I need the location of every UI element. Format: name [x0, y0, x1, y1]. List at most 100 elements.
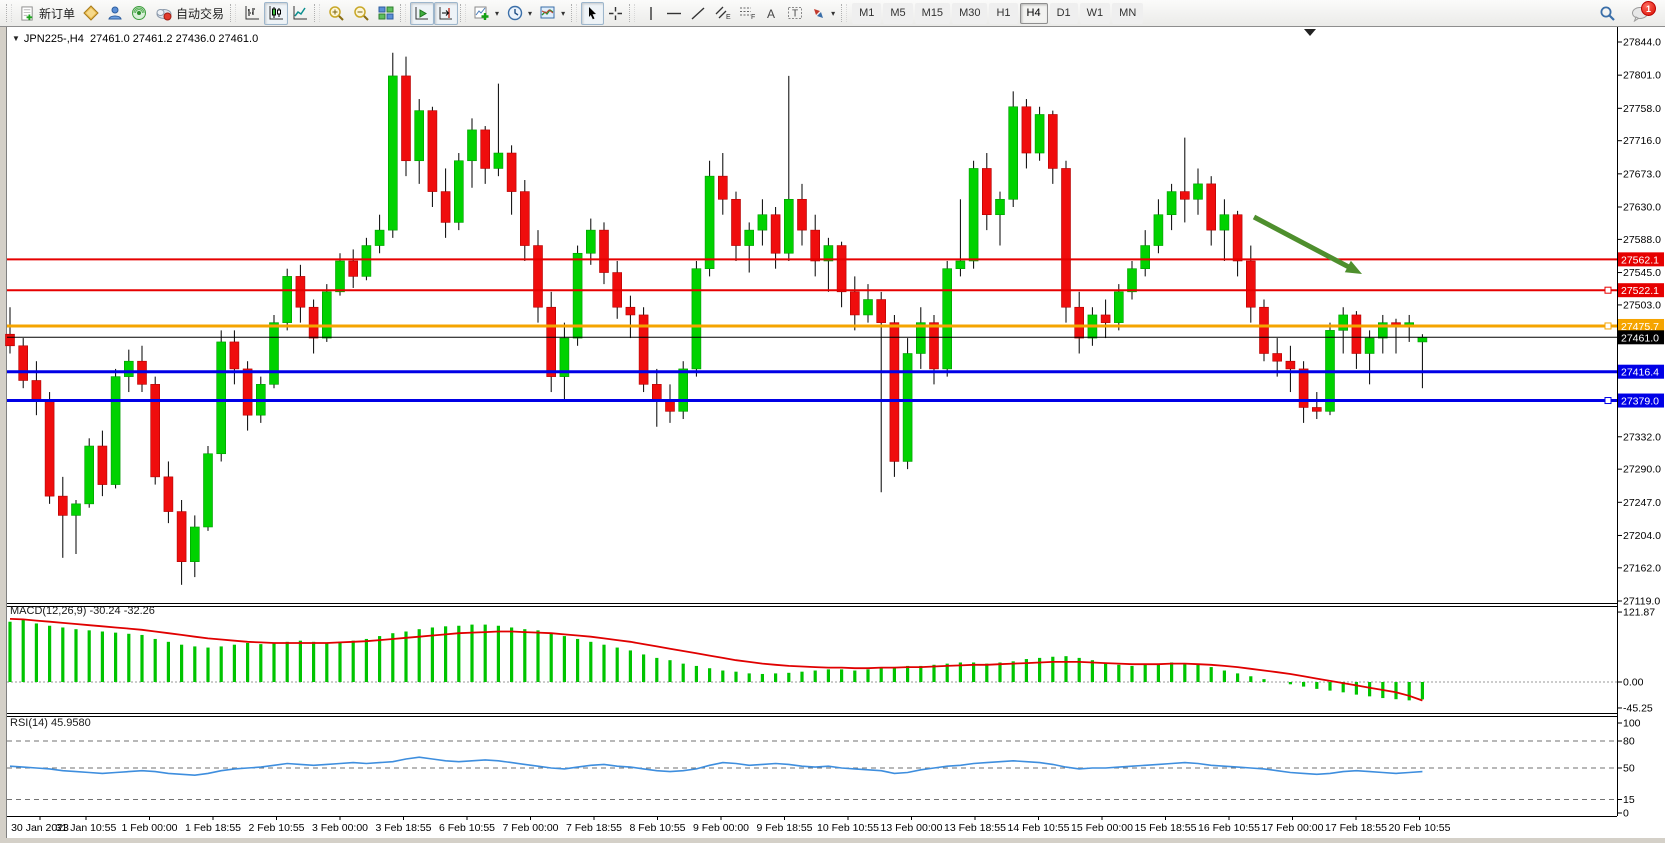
tile-windows-icon [378, 5, 394, 21]
arrows-icon [811, 6, 826, 21]
add-indicator-icon [474, 5, 490, 21]
svg-text:17 Feb 18:55: 17 Feb 18:55 [1325, 822, 1387, 834]
toolbar-separator [841, 4, 847, 22]
autotrading-label: 自动交易 [176, 5, 224, 22]
vertical-line-button[interactable] [639, 2, 662, 25]
auto-scroll-icon [414, 5, 430, 21]
auto-scroll-button[interactable] [410, 2, 434, 25]
svg-text:13 Feb 00:00: 13 Feb 00:00 [881, 822, 943, 834]
zoom-out-button[interactable] [349, 2, 374, 25]
search-button[interactable] [1595, 2, 1620, 25]
candlestick-chart-button[interactable] [264, 2, 288, 25]
line-chart-button[interactable] [288, 2, 312, 25]
svg-text:27844.0: 27844.0 [1623, 37, 1661, 49]
svg-text:15 Feb 00:00: 15 Feb 00:00 [1071, 822, 1133, 834]
svg-text:9 Feb 18:55: 9 Feb 18:55 [756, 822, 812, 834]
zoom-out-icon [353, 5, 370, 22]
svg-text:-45.25: -45.25 [1623, 702, 1653, 714]
signals-button[interactable] [127, 2, 151, 25]
market-watch-button[interactable] [79, 2, 103, 25]
toolbar-separator [314, 4, 320, 22]
chevron-down-icon: ▾ [528, 9, 532, 18]
fibonacci-button[interactable]: F [735, 2, 760, 25]
svg-text:27545.0: 27545.0 [1623, 267, 1661, 279]
equidistant-channel-button[interactable]: E [710, 2, 735, 25]
template-icon [540, 5, 556, 21]
timeframe-button-m5[interactable]: M5 [883, 3, 912, 24]
macd-indicator-label: MACD(12,26,9) -30.24 -32.26 [10, 605, 155, 617]
timeframe-button-m15[interactable]: M15 [915, 3, 950, 24]
new-order-icon [20, 6, 35, 21]
svg-text:13 Feb 18:55: 13 Feb 18:55 [944, 822, 1006, 834]
svg-text:27503.0: 27503.0 [1623, 299, 1661, 311]
zoom-in-button[interactable] [324, 2, 349, 25]
new-order-button[interactable]: 新订单 [16, 2, 79, 25]
svg-text:27758.0: 27758.0 [1623, 103, 1661, 115]
text-label-button[interactable]: T [783, 2, 807, 25]
svg-text:80: 80 [1623, 736, 1635, 748]
timeframe-button-h1[interactable]: H1 [989, 3, 1017, 24]
line-chart-icon [292, 5, 308, 21]
svg-text:3 Feb 18:55: 3 Feb 18:55 [375, 822, 431, 834]
timeframe-button-h4[interactable]: H4 [1020, 3, 1048, 24]
timeframe-button-m30[interactable]: M30 [952, 3, 987, 24]
svg-text:0: 0 [1623, 808, 1629, 820]
notifications-button[interactable]: 1 [1628, 4, 1651, 22]
timeframe-button-w1[interactable]: W1 [1080, 3, 1111, 24]
timeframe-button-mn[interactable]: MN [1112, 3, 1143, 24]
chevron-down-icon: ▾ [831, 9, 835, 18]
chart-ohlc-values: 27461.0 27461.2 27436.0 27461.0 [90, 33, 258, 45]
timeframe-button-m1[interactable]: M1 [852, 3, 881, 24]
chart-canvas[interactable]: 27844.027801.027758.027716.027673.027630… [0, 0, 1665, 843]
periods-button[interactable]: ▾ [503, 2, 536, 25]
svg-text:9 Feb 00:00: 9 Feb 00:00 [693, 822, 749, 834]
svg-text:27247.0: 27247.0 [1623, 497, 1661, 509]
clock-icon [507, 5, 523, 21]
chevron-down-icon: ▾ [495, 9, 499, 18]
notification-badge: 1 [1641, 1, 1656, 16]
data-window-button[interactable] [103, 2, 127, 25]
svg-text:27630.0: 27630.0 [1623, 202, 1661, 214]
svg-text:27332.0: 27332.0 [1623, 431, 1661, 443]
svg-text:1 Feb 18:55: 1 Feb 18:55 [185, 822, 241, 834]
svg-text:27588.0: 27588.0 [1623, 234, 1661, 246]
chart-title[interactable]: ▼JPN225-,H4 27461.0 27461.2 27436.0 2746… [12, 33, 258, 45]
svg-text:F: F [751, 14, 755, 21]
horizontal-line-button[interactable] [662, 2, 686, 25]
svg-text:20 Feb 10:55: 20 Feb 10:55 [1389, 822, 1451, 834]
svg-text:17 Feb 00:00: 17 Feb 00:00 [1262, 822, 1324, 834]
candlestick-chart-icon [268, 5, 284, 21]
timeframe-group: M1M5M15M30H1H4D1W1MN [851, 3, 1144, 24]
tile-windows-button[interactable] [374, 2, 398, 25]
chart-shift-icon [438, 5, 454, 21]
text-button[interactable]: A [760, 2, 783, 25]
svg-text:27562.1: 27562.1 [1621, 254, 1659, 266]
trendline-button[interactable] [686, 2, 710, 25]
horizontal-line-icon [666, 6, 682, 21]
bar-chart-button[interactable] [240, 2, 264, 25]
timeframe-button-d1[interactable]: D1 [1050, 3, 1078, 24]
svg-text:50: 50 [1623, 763, 1635, 775]
arrows-button[interactable]: ▾ [807, 2, 839, 25]
svg-text:27379.0: 27379.0 [1621, 396, 1659, 408]
svg-text:3 Feb 00:00: 3 Feb 00:00 [312, 822, 368, 834]
rsi-indicator-label: RSI(14) 45.9580 [10, 717, 91, 729]
svg-text:E: E [726, 14, 731, 21]
svg-text:27204.0: 27204.0 [1623, 530, 1661, 542]
svg-text:27416.4: 27416.4 [1621, 367, 1659, 379]
svg-text:27716.0: 27716.0 [1623, 135, 1661, 147]
indicators-button[interactable]: ▾ [470, 2, 503, 25]
trading-platform-window: 27844.027801.027758.027716.027673.027630… [0, 0, 1665, 843]
templates-button[interactable]: ▾ [536, 2, 569, 25]
svg-text:T: T [792, 9, 798, 20]
autotrading-button[interactable]: 自动交易 [151, 2, 228, 25]
svg-text:2 Feb 10:55: 2 Feb 10:55 [248, 822, 304, 834]
crosshair-button[interactable] [604, 2, 627, 25]
toolbar-separator [400, 4, 406, 22]
toolbar-drag-handle[interactable] [6, 4, 12, 22]
toolbar-separator [460, 4, 466, 22]
toolbar: 新订单 自动交易 [0, 0, 1665, 27]
chart-shift-button[interactable] [434, 2, 458, 25]
signal-icon [131, 5, 147, 21]
cursor-button[interactable] [581, 2, 604, 25]
